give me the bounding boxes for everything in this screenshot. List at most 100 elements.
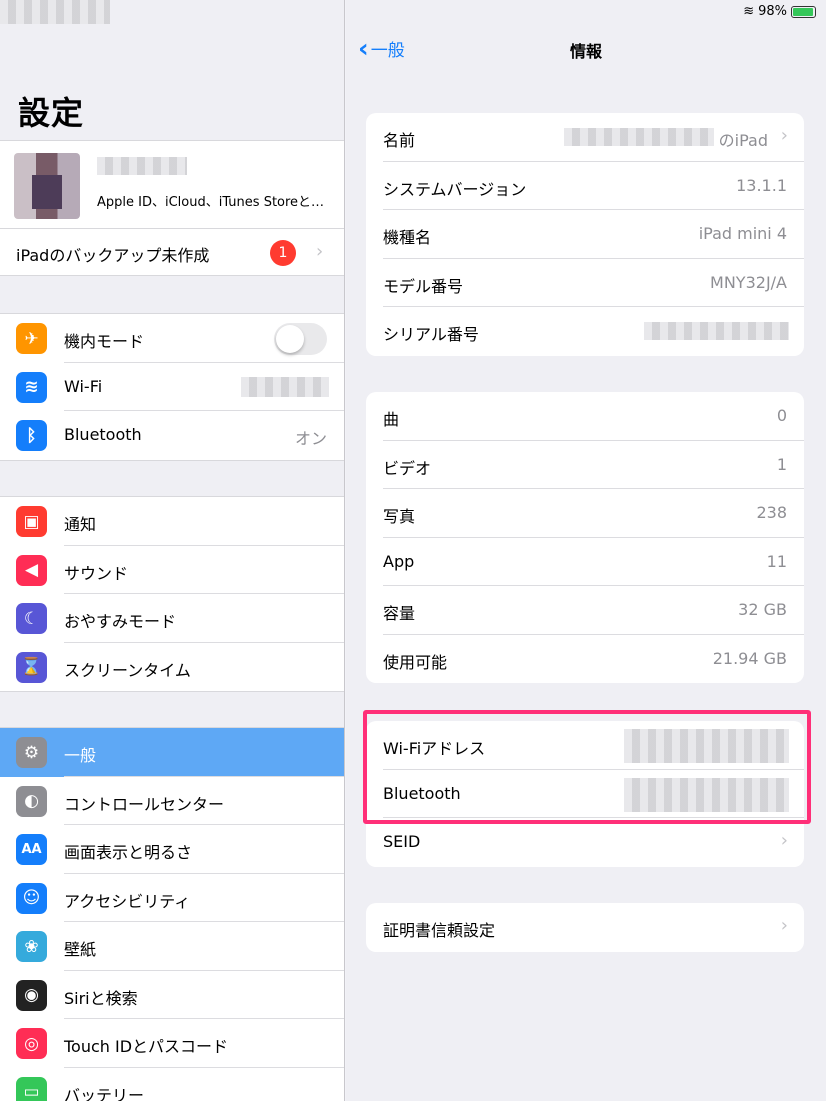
notifications-icon: ▣ — [16, 506, 47, 537]
info-label: モデル番号 — [383, 276, 464, 296]
redacted-value — [644, 322, 789, 340]
sidebar-item[interactable]: ✈ 機内モード — [0, 314, 344, 363]
redacted-value — [624, 777, 789, 812]
info-label: App — [383, 551, 415, 571]
network-info-card: Wi-Fiアドレス Bluetooth SEID › — [366, 721, 804, 867]
sidebar-item-label: スクリーンタイム — [64, 660, 191, 680]
info-row: App 11 — [366, 538, 804, 586]
accessibility-icon: ☺ — [16, 882, 47, 914]
info-label: 名前 — [383, 131, 416, 150]
settings-sidebar: 設定 Apple ID、iCloud、iTunes Storeと… iPadのバ… — [0, 0, 345, 1101]
redacted-value — [564, 128, 714, 146]
gear-icon: ⚙ — [16, 737, 47, 768]
sidebar-item[interactable]: ▭ バッテリー — [0, 1068, 344, 1101]
backup-label: iPadのバックアップ未作成 — [16, 246, 210, 265]
device-info-card: 名前 のiPad › システムバージョン 13.1.1 機種名 iPad mini 4 モデル… — [366, 113, 804, 356]
general-group: ⚙ 一般 ◐ コントロールセンター AA 画面表示と明るさ ☺ アクセシビリティ ❀ 壁紙 ◉ Sir… — [0, 727, 344, 1101]
certificate-card: 証明書信頼設定 › — [366, 903, 804, 952]
avatar — [14, 153, 80, 219]
wifi-status-icon: ≋ — [743, 4, 755, 19]
redacted-value — [624, 729, 789, 763]
info-value: のiPad — [718, 131, 768, 150]
sidebar-item-label: 壁紙 — [64, 940, 97, 959]
sidebar-item-label: Bluetooth — [64, 425, 142, 444]
info-label: Bluetooth — [383, 783, 461, 803]
wifi-network-blurred — [241, 376, 329, 397]
about-detail-pane: ≋ 98% ‹ 一般 情報 名前 のiPad › システムバージョン 13.1.1 機種名… — [346, 0, 826, 1101]
sidebar-item[interactable]: AA 画面表示と明るさ — [0, 825, 344, 874]
sidebar-item[interactable]: ▣ 通知 — [0, 497, 344, 546]
info-row: モデル番号 MNY32J/A — [366, 259, 804, 307]
info-value: 0 — [776, 406, 787, 425]
sidebar-item[interactable]: ◉ Siriと検索 — [0, 971, 344, 1019]
info-row: Wi-Fiアドレス — [366, 721, 804, 770]
sidebar-item-label: バッテリー — [64, 1085, 145, 1101]
info-label: システムバージョン — [383, 179, 527, 199]
info-row: 写真 238 — [366, 489, 804, 538]
apple-id-profile[interactable]: Apple ID、iCloud、iTunes Storeと… — [0, 140, 344, 228]
sidebar-item[interactable]: ᛒ Bluetooth オン — [0, 411, 344, 460]
chevron-right-icon: › — [780, 125, 788, 146]
control-center-icon: ◐ — [16, 785, 47, 817]
airplane-mode-toggle[interactable] — [274, 323, 327, 355]
backup-warning-row[interactable]: iPadのバックアップ未作成 1 › — [0, 228, 344, 276]
chevron-right-icon: › — [780, 830, 788, 851]
chevron-right-icon: › — [316, 241, 324, 262]
sidebar-title: 設定 — [18, 94, 85, 132]
info-value: 21.94 GB — [712, 648, 787, 668]
sidebar-item-label: サウンド — [64, 563, 129, 583]
sidebar-item[interactable]: ≋ Wi-Fi — [0, 363, 344, 411]
status-bar: ≋ 98% — [743, 4, 816, 19]
info-value: 13.1.1 — [736, 175, 787, 195]
info-label: SEID — [383, 832, 421, 851]
sidebar-item-label: アクセシビリティ — [64, 891, 191, 911]
moon-icon: ☾ — [16, 603, 47, 634]
battery-percent: 98% — [758, 4, 787, 19]
info-value: 11 — [766, 551, 787, 571]
sidebar-item-label: 通知 — [64, 515, 97, 534]
fingerprint-icon: ◎ — [16, 1028, 47, 1059]
siri-icon: ◉ — [16, 979, 47, 1011]
info-row: 機種名 iPad mini 4 — [366, 210, 804, 259]
info-row: Bluetooth — [366, 770, 804, 818]
sidebar-item-label: Touch IDとパスコード — [64, 1037, 229, 1056]
sidebar-item[interactable]: ◀ サウンド — [0, 546, 344, 594]
sidebar-item[interactable]: ◎ Touch IDとパスコード — [0, 1019, 344, 1068]
info-label: ビデオ — [383, 458, 432, 478]
sidebar-item[interactable]: ⚙ 一般 — [0, 728, 344, 777]
info-row[interactable]: SEID › — [366, 818, 804, 867]
sidebar-item-label: Siriと検索 — [64, 988, 138, 1008]
chevron-right-icon: › — [780, 915, 788, 936]
sidebar-item-label: 機内モード — [64, 332, 145, 351]
battery-icon: ▭ — [16, 1076, 47, 1101]
info-label: シリアル番号 — [383, 325, 479, 344]
info-label: 使用可能 — [383, 652, 448, 672]
info-label: 曲 — [383, 410, 400, 429]
info-label: Wi-Fiアドレス — [383, 739, 486, 758]
notification-badge: 1 — [270, 240, 296, 266]
profile-subtitle: Apple ID、iCloud、iTunes Storeと… — [97, 195, 325, 210]
airplane-icon: ✈ — [16, 323, 47, 354]
sidebar-item[interactable]: ◐ コントロールセンター — [0, 777, 344, 825]
display-icon: AA — [16, 834, 47, 865]
info-value: iPad mini 4 — [698, 224, 787, 243]
info-label: 容量 — [383, 604, 416, 623]
info-label: 写真 — [383, 507, 416, 526]
info-row: 容量 32 GB — [366, 586, 804, 635]
info-label: 機種名 — [383, 228, 432, 247]
sidebar-item[interactable]: ⌛ スクリーンタイム — [0, 643, 344, 692]
info-row[interactable]: 証明書信頼設定 › — [366, 903, 804, 952]
info-label: 証明書信頼設定 — [383, 921, 496, 940]
sidebar-item-label: Wi-Fi — [64, 376, 103, 396]
sidebar-item[interactable]: ❀ 壁紙 — [0, 922, 344, 971]
sidebar-item[interactable]: ☾ おやすみモード — [0, 594, 344, 643]
hourglass-icon: ⌛ — [16, 651, 47, 683]
sidebar-item-label: 一般 — [64, 746, 97, 765]
info-row: シリアル番号 — [366, 307, 804, 356]
info-row[interactable]: 名前 のiPad › — [366, 113, 804, 162]
sidebar-item-label: 画面表示と明るさ — [64, 843, 193, 862]
sidebar-item[interactable]: ☺ アクセシビリティ — [0, 874, 344, 922]
profile-name-blurred — [97, 157, 187, 175]
info-row: ビデオ 1 — [366, 441, 804, 489]
notifications-group: ▣ 通知 ◀ サウンド ☾ おやすみモード ⌛ スクリーンタイム — [0, 496, 344, 692]
